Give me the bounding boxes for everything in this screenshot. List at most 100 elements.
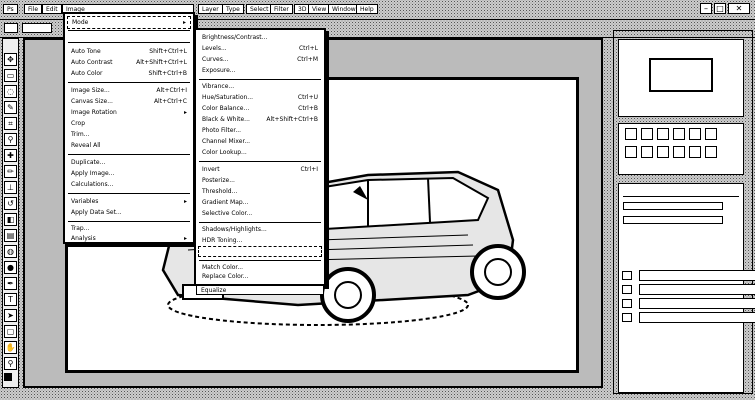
menu-item-color-balance[interactable]: Color Balance... Ctrl+B (198, 103, 322, 114)
menu-edit[interactable]: Edit (42, 4, 62, 14)
crop-tool-icon[interactable]: ⌗ (4, 117, 17, 130)
menu-item-hue-saturation[interactable]: Hue/Saturation... Ctrl+U (198, 92, 322, 103)
layers-panel-tabs[interactable] (623, 188, 739, 197)
menu-item-replace-color[interactable]: Replace Color... (198, 272, 322, 281)
menu-item-duplicate[interactable]: Duplicate... (67, 157, 191, 168)
menu-item-shadows-highlights[interactable]: Shadows/Highlights... (198, 224, 322, 235)
menu-item-brightness-contrast[interactable]: Brightness/Contrast... (198, 32, 322, 43)
stamp-tool-icon[interactable]: ⊥ (4, 181, 17, 194)
menu-item-apply-data-set[interactable]: Apply Data Set... (67, 207, 191, 218)
marquee-tool-icon[interactable]: ▭ (4, 69, 17, 82)
minimize-icon[interactable]: – (700, 3, 712, 14)
menu-window[interactable]: Window (328, 4, 360, 14)
brush-tool-icon[interactable]: ✏ (4, 165, 17, 178)
menu-item-image-rotation[interactable]: Image Rotation ▸ (67, 107, 191, 118)
swatch[interactable] (689, 128, 701, 140)
swatch[interactable] (705, 128, 717, 140)
maximize-icon[interactable]: □ (714, 3, 726, 14)
layer-row[interactable] (622, 312, 755, 323)
menu-item-black-white[interactable]: Black & White... Alt+Shift+Ctrl+B (198, 114, 322, 125)
menu-separator (68, 154, 190, 155)
menu-item-equalize[interactable]: Equalize (196, 285, 324, 295)
eraser-tool-icon[interactable]: ◧ (4, 213, 17, 226)
menu-view[interactable]: View (308, 4, 331, 14)
visibility-icon[interactable] (622, 285, 632, 294)
layer-row[interactable] (622, 298, 755, 309)
tool-preset-button[interactable] (4, 23, 18, 33)
swatch[interactable] (657, 128, 669, 140)
zoom-tool-icon[interactable]: ⚲ (4, 357, 17, 370)
swatch[interactable] (673, 146, 685, 158)
menu-item-reveal-all[interactable]: Reveal All (67, 140, 191, 151)
layer-filter-field[interactable] (623, 202, 723, 210)
menu-item-channel-mixer[interactable]: Channel Mixer... (198, 136, 322, 147)
menu-select[interactable]: Select (246, 4, 273, 14)
swatch[interactable] (625, 146, 637, 158)
visibility-icon[interactable] (622, 271, 632, 280)
blend-mode-select[interactable] (623, 216, 723, 224)
menu-item-selective-color[interactable]: Selective Color... (198, 208, 322, 219)
lasso-tool-icon[interactable]: ◌ (4, 85, 17, 98)
menu-item-auto-contrast[interactable]: Auto Contrast Alt+Shift+Ctrl+L (67, 57, 191, 68)
menu-item-gradient-map[interactable]: Gradient Map... (198, 197, 322, 208)
swatch[interactable] (641, 146, 653, 158)
menu-item-crop[interactable]: Crop (67, 118, 191, 129)
menu-item-invert[interactable]: Invert Ctrl+I (198, 164, 322, 175)
menu-item-auto-tone[interactable]: Auto Tone Shift+Ctrl+L (67, 46, 191, 57)
hand-tool-icon[interactable]: ✋ (4, 341, 17, 354)
menu-separator (199, 79, 321, 80)
menu-item-image-size[interactable]: Image Size... Alt+Ctrl+I (67, 85, 191, 96)
menu-separator (68, 221, 190, 222)
pen-tool-icon[interactable]: ✒ (4, 277, 17, 290)
visibility-icon[interactable] (622, 299, 632, 308)
menu-item-hdr-toning[interactable]: HDR Toning... (198, 235, 322, 246)
gradient-tool-icon[interactable]: ▤ (4, 229, 17, 242)
menu-layer[interactable]: Layer (198, 4, 223, 14)
dodge-tool-icon[interactable]: ● (4, 261, 17, 274)
swatch[interactable] (641, 128, 653, 140)
menu-item-exposure[interactable]: Exposure... (198, 65, 322, 76)
close-icon[interactable]: ✕ (728, 3, 750, 14)
menu-item-levels[interactable]: Levels... Ctrl+L (198, 43, 322, 54)
type-tool-icon[interactable]: T (4, 293, 17, 306)
quick-select-tool-icon[interactable]: ✎ (4, 101, 17, 114)
navigator-panel[interactable] (618, 39, 744, 117)
menu-item-mode[interactable]: Mode ▸ (67, 16, 191, 29)
visibility-icon[interactable] (622, 313, 632, 322)
history-brush-tool-icon[interactable]: ↺ (4, 197, 17, 210)
menu-file[interactable]: File (24, 4, 43, 14)
eyedropper-tool-icon[interactable]: ⚲ (4, 133, 17, 146)
menu-item-canvas-size[interactable]: Canvas Size... Alt+Ctrl+C (67, 96, 191, 107)
shape-tool-icon[interactable]: ▢ (4, 325, 17, 338)
menu-item-photo-filter[interactable]: Photo Filter... (198, 125, 322, 136)
swatch[interactable] (705, 146, 717, 158)
swatch[interactable] (673, 128, 685, 140)
menu-item-analysis[interactable]: Analysis ▸ (67, 233, 191, 244)
menu-item-highlighted[interactable] (198, 246, 322, 257)
app-logo: Ps (3, 4, 18, 14)
menu-item-calculations[interactable]: Calculations... (67, 179, 191, 190)
layer-row[interactable] (622, 270, 755, 281)
options-field[interactable] (22, 23, 52, 33)
swatch[interactable] (625, 128, 637, 140)
menu-item-vibrance[interactable]: Vibrance... (198, 81, 322, 92)
foreground-color-swatch[interactable] (4, 373, 12, 381)
layer-row[interactable] (622, 284, 755, 295)
move-tool-icon[interactable]: ✥ (4, 53, 17, 66)
blur-tool-icon[interactable]: ◍ (4, 245, 17, 258)
menu-item-trim[interactable]: Trim... (67, 129, 191, 140)
swatch[interactable] (689, 146, 701, 158)
menu-filter[interactable]: Filter (270, 4, 293, 14)
healing-tool-icon[interactable]: ✚ (4, 149, 17, 162)
menu-item-threshold[interactable]: Threshold... (198, 186, 322, 197)
menu-type[interactable]: Type (222, 4, 244, 14)
menu-help[interactable]: Help (356, 4, 378, 14)
swatch[interactable] (657, 146, 669, 158)
menu-item-auto-color[interactable]: Auto Color Shift+Ctrl+B (67, 68, 191, 79)
menu-item-variables[interactable]: Variables ▸ (67, 196, 191, 207)
path-select-tool-icon[interactable]: ➤ (4, 309, 17, 322)
menu-item-color-lookup[interactable]: Color Lookup... (198, 147, 322, 158)
menu-item-posterize[interactable]: Posterize... (198, 175, 322, 186)
menu-item-apply-image[interactable]: Apply Image... (67, 168, 191, 179)
menu-item-curves[interactable]: Curves... Ctrl+M (198, 54, 322, 65)
